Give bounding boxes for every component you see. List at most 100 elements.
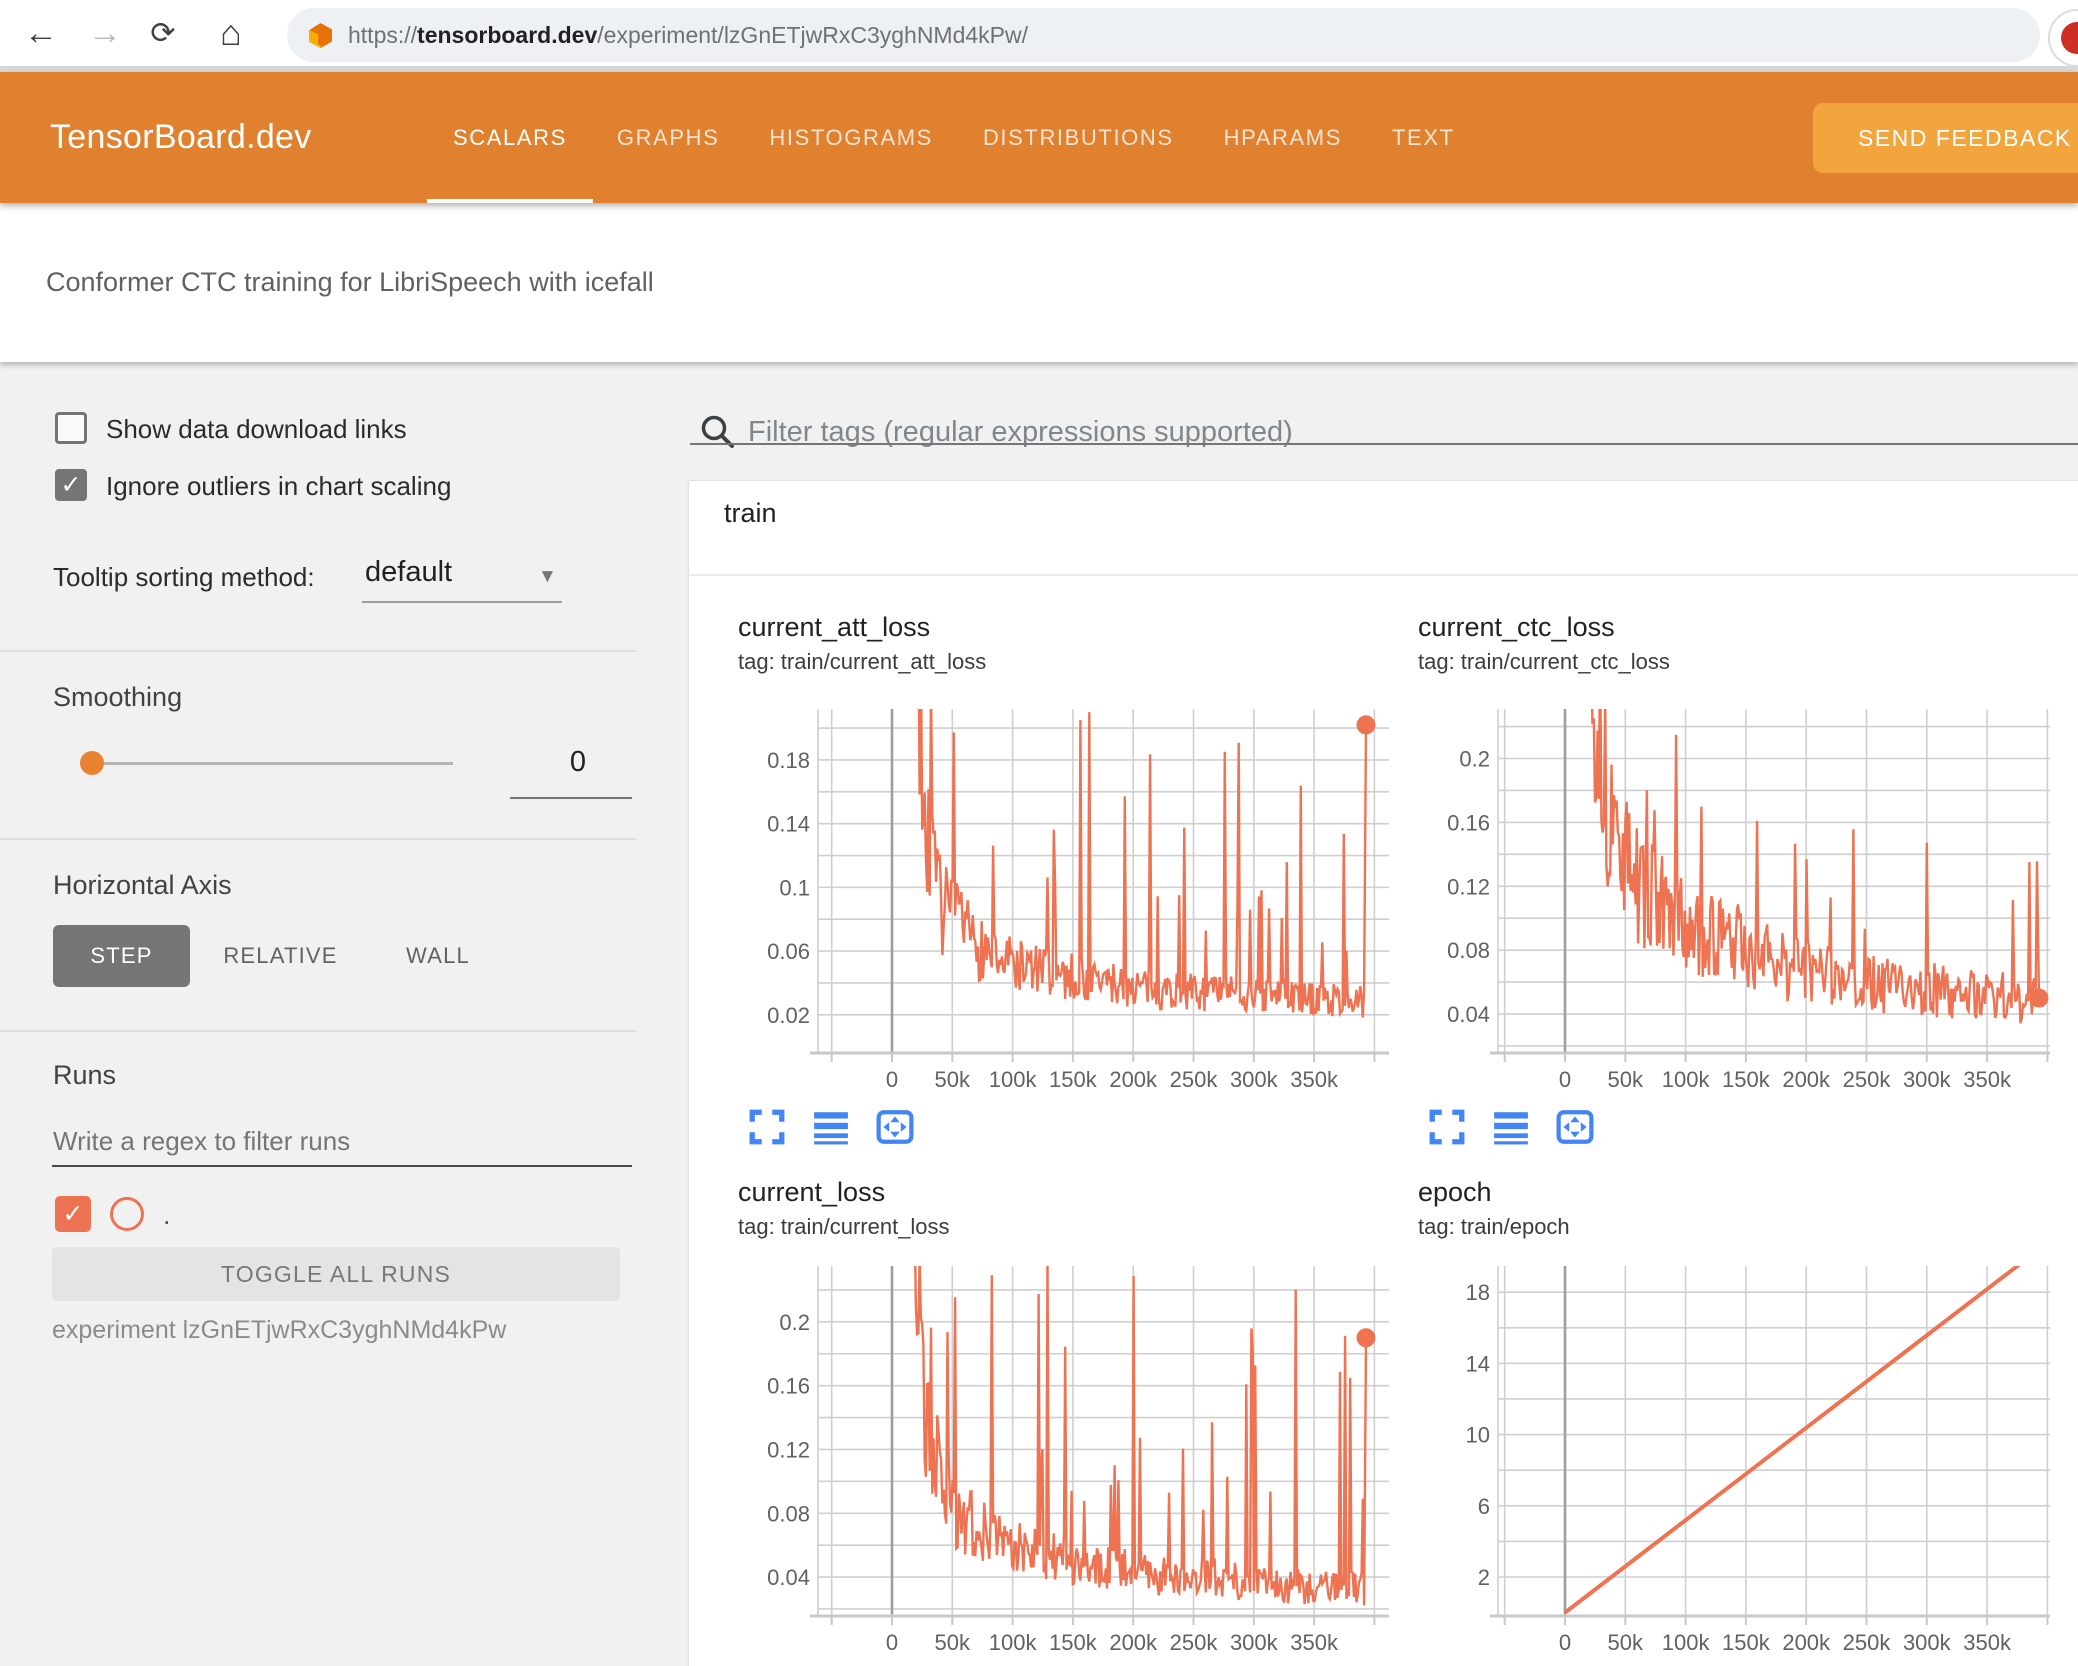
tooltip-sort-label: Tooltip sorting method: [53, 562, 315, 592]
axis-wall-button[interactable]: WALL [378, 925, 498, 987]
fit-domain-icon[interactable] [1556, 1108, 1594, 1146]
x-tick-label: 0 [886, 1630, 898, 1655]
x-tick-label: 50k [1608, 1067, 1644, 1092]
chart-canvas[interactable]: 0.18 0.14 0.1 0.06 0.02 0 50k 100k 150k 200k 250k 3… [730, 690, 1420, 1120]
scalar-chart-current-loss[interactable]: 0.2 0.16 0.12 0.08 0.04 0 50k 100k 150k 200k 250k 3… [730, 1247, 1420, 1666]
smoothing-slider-thumb[interactable] [80, 751, 104, 775]
y-tick-label: 0.12 [767, 1437, 810, 1462]
runs-filter-input[interactable]: Write a regex to filter runs [53, 1126, 350, 1157]
tooltip-sort-select[interactable]: default [365, 556, 452, 589]
x-tick-label: 150k [1722, 1630, 1771, 1655]
tooltip-sort-underline [362, 601, 562, 603]
divider [0, 838, 636, 840]
chart-canvas[interactable]: 0.2 0.16 0.12 0.08 0.04 0 50k 100k 150k 200k 250k 3… [730, 1247, 1420, 1666]
smoothing-value-underline [510, 797, 632, 799]
chart-tag: tag: train/current_ctc_loss [1418, 649, 1670, 674]
runs-filter-underline [52, 1165, 632, 1167]
axis-step-button[interactable]: STEP [53, 925, 190, 987]
chart-title: current_loss [738, 1177, 886, 1207]
x-tick-label: 150k [1722, 1067, 1771, 1092]
series-line [1563, 1266, 2021, 1615]
x-tick-label: 100k [989, 1630, 1038, 1655]
log-scale-icon[interactable] [812, 1108, 850, 1146]
y-tick-label: 0.04 [1447, 1002, 1490, 1027]
x-tick-label: 250k [1843, 1067, 1892, 1092]
tab-graphs[interactable]: GRAPHS [617, 72, 720, 203]
scalar-chart-epoch[interactable]: 18 14 10 6 2 0 50k 100k 150k 200k 250k 300k 350k [1410, 1247, 2078, 1666]
forward-icon[interactable]: → [80, 0, 130, 66]
y-tick-label: 14 [1466, 1351, 1490, 1376]
x-tick-label: 200k [1109, 1630, 1158, 1655]
url-text: https://tensorboard.dev/experiment/lzGnE… [348, 21, 1029, 48]
search-icon [698, 412, 736, 455]
x-tick-label: 300k [1230, 1067, 1279, 1092]
x-tick-label: 350k [1290, 1067, 1339, 1092]
home-icon[interactable]: ⌂ [206, 0, 256, 66]
y-tick-label: 0.08 [1447, 938, 1490, 963]
profile-avatar[interactable] [2048, 9, 2078, 67]
axis-relative-button[interactable]: RELATIVE [212, 925, 349, 987]
x-tick-label: 250k [1170, 1630, 1219, 1655]
run-checkbox[interactable]: ✓ [55, 1196, 91, 1232]
chart-toolbar [1428, 1108, 1594, 1146]
x-tick-label: 100k [1662, 1067, 1711, 1092]
x-tick-label: 50k [1608, 1630, 1644, 1655]
run-color-radio[interactable] [110, 1197, 144, 1231]
y-tick-label: 0.14 [767, 812, 810, 837]
x-tick-label: 100k [1662, 1630, 1711, 1655]
scalar-chart-current-ctc-loss[interactable]: 0.2 0.16 0.12 0.08 0.04 0 50k 100k 150k 200k 250k 3… [1410, 690, 2078, 1125]
tensorboard-favicon [307, 22, 334, 49]
x-tick-label: 100k [989, 1067, 1038, 1092]
smoothing-slider-track[interactable] [85, 762, 453, 765]
divider [0, 1030, 636, 1032]
chart-canvas[interactable]: 18 14 10 6 2 0 50k 100k 150k 200k 250k 300k 350k [1410, 1247, 2078, 1666]
series-line [914, 1266, 1368, 1606]
horizontal-axis-label: Horizontal Axis [53, 870, 232, 900]
y-tick-label: 0.2 [779, 1310, 810, 1335]
show-download-links-checkbox[interactable] [55, 412, 87, 444]
x-tick-label: 0 [1559, 1067, 1571, 1092]
tab-hparams[interactable]: HPARAMS [1224, 72, 1342, 203]
x-tick-label: 200k [1782, 1067, 1831, 1092]
y-tick-label: 10 [1466, 1423, 1490, 1448]
ignore-outliers-checkbox[interactable]: ✓ [55, 469, 87, 501]
send-feedback-button[interactable]: SEND FEEDBACK [1813, 103, 2078, 173]
y-tick-label: 0.08 [767, 1501, 810, 1526]
x-tick-label: 350k [1963, 1067, 2012, 1092]
chart-title: epoch [1418, 1177, 1492, 1207]
x-tick-label: 50k [935, 1067, 971, 1092]
log-scale-icon[interactable] [1492, 1108, 1530, 1146]
x-tick-label: 150k [1049, 1630, 1098, 1655]
tag-group-divider [689, 574, 2078, 576]
x-tick-label: 250k [1170, 1067, 1219, 1092]
filter-tags-underline [690, 443, 2078, 445]
y-tick-label: 6 [1478, 1494, 1490, 1519]
x-tick-label: 200k [1782, 1630, 1831, 1655]
smoothing-value[interactable]: 0 [548, 746, 608, 779]
experiment-title: Conformer CTC training for LibriSpeech w… [46, 267, 654, 297]
reload-icon[interactable]: ⟳ [138, 0, 188, 66]
tab-text[interactable]: TEXT [1392, 72, 1455, 203]
run-name: . [163, 1200, 171, 1230]
toggle-all-runs-button[interactable]: TOGGLE ALL RUNS [52, 1247, 620, 1301]
chevron-down-icon[interactable]: ▼ [538, 566, 557, 588]
back-icon[interactable]: ← [16, 0, 66, 66]
series-end-dot [2029, 988, 2049, 1008]
fit-domain-icon[interactable] [876, 1108, 914, 1146]
y-tick-label: 0.1 [779, 875, 810, 900]
check-icon: ✓ [62, 1199, 84, 1228]
chart-tag: tag: train/epoch [1418, 1214, 1570, 1239]
expand-icon[interactable] [1428, 1108, 1466, 1146]
y-tick-label: 0.16 [1447, 810, 1490, 835]
tag-group-title[interactable]: train [724, 498, 777, 529]
tab-histograms[interactable]: HISTOGRAMS [769, 72, 933, 203]
address-bar[interactable]: https://tensorboard.dev/experiment/lzGnE… [287, 8, 2040, 62]
tab-scalars[interactable]: SCALARS [427, 72, 593, 203]
expand-icon[interactable] [748, 1108, 786, 1146]
tab-distributions[interactable]: DISTRIBUTIONS [983, 72, 1174, 203]
experiment-note: experiment lzGnETjwRxC3yghNMd4kPw [52, 1316, 507, 1344]
scalar-chart-current-att-loss[interactable]: 0.18 0.14 0.1 0.06 0.02 0 50k 100k 150k 200k 250k 3… [730, 690, 1420, 1125]
chart-canvas[interactable]: 0.2 0.16 0.12 0.08 0.04 0 50k 100k 150k 200k 250k 3… [1410, 690, 2078, 1120]
page-root: ← → ⟳ ⌂ https://tensorboard.dev/experime… [0, 0, 2078, 1666]
browser-toolbar: ← → ⟳ ⌂ https://tensorboard.dev/experime… [0, 0, 2078, 67]
